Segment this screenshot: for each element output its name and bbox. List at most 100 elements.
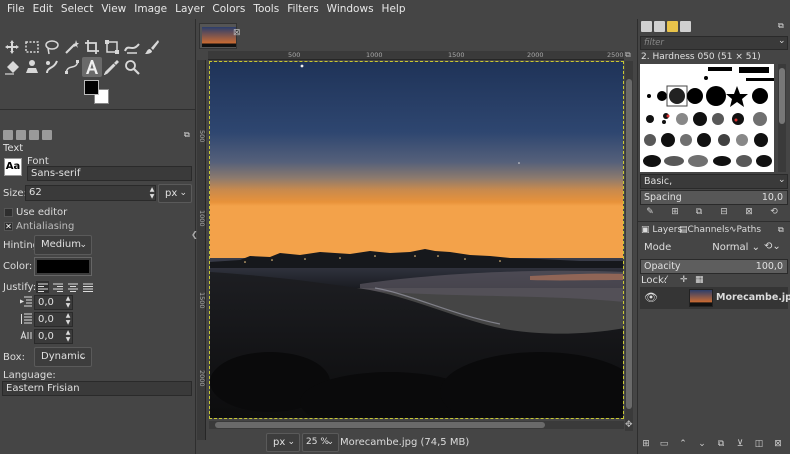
line-spacing-spin-arrows[interactable]: ▲ ▼ [63,312,73,326]
text-color-button[interactable] [34,257,92,276]
duplicate-layer-icon[interactable]: ⧉ [715,438,727,450]
warp-transform-tool-icon[interactable] [122,37,142,57]
zoom-tool-icon[interactable] [122,57,142,77]
document-history-tab-icon[interactable] [680,21,691,32]
add-mask-icon[interactable]: ◫ [753,438,765,450]
spacing-slider[interactable]: Spacing 10,0 [640,190,788,205]
size-unit-dropdown[interactable]: px ⌄ [158,184,192,203]
brushes-tab-icon[interactable] [641,21,652,32]
chevron-down-icon[interactable]: ⌄ [778,175,786,185]
clone-tool-icon[interactable] [22,57,42,77]
justify-left-icon[interactable] [36,281,49,293]
justify-fill-icon[interactable] [81,281,94,293]
patterns-tab-icon[interactable] [654,21,665,32]
lock-alpha-icon[interactable]: ▦ [695,275,704,285]
new-layer-group-icon[interactable]: ▭ [658,438,670,450]
justify-right-icon[interactable] [51,281,64,293]
raise-layer-icon[interactable]: ⌃ [677,438,689,450]
menu-file[interactable]: File [3,0,29,19]
rect-select-tool-icon[interactable] [22,37,42,57]
font-preview-button[interactable]: Aa [4,158,22,176]
menu-filters[interactable]: Filters [283,0,322,19]
fg-bg-colors[interactable] [84,80,114,108]
size-input[interactable]: 62 [25,185,156,201]
text-tool-icon[interactable] [82,57,102,77]
fuzzy-select-tool-icon[interactable] [62,37,82,57]
brush-grid-scroll-thumb[interactable] [779,68,785,124]
menu-colors[interactable]: Colors [208,0,249,19]
layer-row[interactable]: 👁 Morecambe.jpg [640,287,790,309]
lock-pixels-icon[interactable]: ⁄ [665,275,667,285]
open-brush-as-image-icon[interactable]: ⟲ [768,206,780,218]
delete-brush-icon[interactable]: ⊟ [718,206,730,218]
menu-layer[interactable]: Layer [171,0,208,19]
language-input[interactable]: Eastern Frisian [2,381,192,396]
use-editor-checkbox[interactable] [4,208,13,217]
paintbrush-tool-icon[interactable] [142,37,162,57]
delete-layer-icon[interactable]: ⊠ [772,438,784,450]
menu-view[interactable]: View [97,0,130,19]
lock-position-icon[interactable]: ✛ [680,275,688,285]
paths-tool-icon[interactable] [62,57,82,77]
chevron-down-icon[interactable]: ⌄ [778,36,786,46]
horizontal-scrollbar[interactable] [209,421,624,429]
horizontal-scroll-thumb[interactable] [215,422,545,428]
font-input[interactable]: Sans-serif [27,166,192,181]
indent-spin-arrows[interactable]: ▲ ▼ [63,295,73,309]
mode-reset-icon[interactable]: ⟲⌄ [764,241,781,252]
smudge-tool-icon[interactable] [42,57,62,77]
opacity-slider[interactable]: Opacity 100,0 [640,259,788,274]
navigate-icon[interactable]: ✥ [625,420,633,430]
justify-center-icon[interactable] [66,281,79,293]
menu-select[interactable]: Select [57,0,97,19]
vertical-scrollbar[interactable] [625,61,633,431]
menu-windows[interactable]: Windows [323,0,378,19]
color-picker-tool-icon[interactable] [102,57,122,77]
crop-tool-icon[interactable] [82,37,102,57]
merge-layer-icon[interactable]: ⊻ [734,438,746,450]
eraser-tool-icon[interactable] [2,57,22,77]
new-brush-icon[interactable]: ⊞ [669,206,681,218]
foreground-color-swatch[interactable] [84,80,99,95]
image-tab[interactable] [199,23,237,49]
unit-dropdown[interactable]: px ⌄ [266,433,300,452]
eye-icon[interactable]: 👁 [644,291,658,304]
lower-layer-icon[interactable]: ⌄ [696,438,708,450]
tab-channels[interactable]: ▤Channels [679,225,729,235]
move-tool-icon[interactable] [2,37,22,57]
duplicate-brush-icon[interactable]: ⧉ [693,206,705,218]
tab-paths[interactable]: ∿Paths [729,225,761,235]
unified-transform-tool-icon[interactable] [102,37,122,57]
configure-layers-tab-icon[interactable]: ⧉ [778,225,784,235]
configure-brushes-tab-icon[interactable]: ⧉ [778,21,784,31]
undo-history-tab-icon[interactable] [29,130,39,140]
letter-spacing-spin-arrows[interactable]: ▲ ▼ [63,329,73,343]
brush-filter-input[interactable]: filter [640,36,788,50]
images-tab-icon[interactable] [42,130,52,140]
brush-grid[interactable] [640,64,774,172]
close-image-tab-icon[interactable]: ⊠ [233,28,241,38]
hinting-dropdown[interactable]: Medium ⌄ [34,235,92,255]
menu-help[interactable]: Help [378,0,410,19]
size-spin-arrows[interactable]: ▲ ▼ [147,186,157,200]
brush-preset-field[interactable]: Basic, [640,174,788,189]
box-dropdown[interactable]: Dynamic ⌄ [34,347,92,367]
menu-edit[interactable]: Edit [29,0,57,19]
fonts-tab-icon[interactable] [667,21,678,32]
refresh-brushes-icon[interactable]: ⊠ [743,206,755,218]
lasso-tool-icon[interactable] [42,37,62,57]
menu-image[interactable]: Image [130,0,171,19]
new-layer-icon[interactable]: ⊞ [640,438,652,450]
configure-tab-icon[interactable]: ⧉ [184,130,190,140]
zoom-on-resize-icon[interactable]: ⧉ [625,50,631,60]
brush-grid-scrollbar[interactable] [778,64,786,172]
menu-tools[interactable]: Tools [249,0,283,19]
image-canvas[interactable] [209,61,624,419]
edit-brush-icon[interactable]: ✎ [644,206,656,218]
mode-dropdown[interactable]: Normal ⌄ [710,239,760,257]
vertical-scroll-thumb[interactable] [626,79,632,409]
antialiasing-checkbox[interactable]: ✕ [4,222,13,231]
device-status-tab-icon[interactable] [16,130,26,140]
tool-options-tab-icon[interactable] [3,130,13,140]
tab-layers[interactable]: ▣ Layers [641,225,682,235]
